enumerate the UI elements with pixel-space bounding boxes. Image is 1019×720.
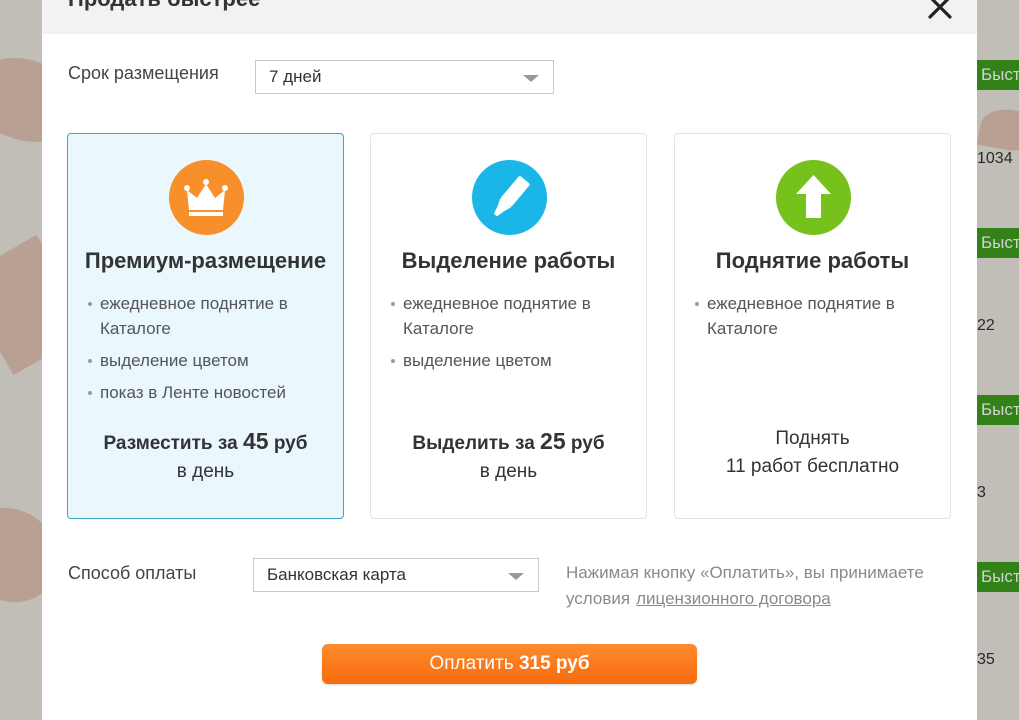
card-price: Выделить за 25 руб в день — [371, 428, 646, 483]
card-premium[interactable]: Премиум-размещение ежедневное поднятие в… — [67, 133, 344, 519]
duration-select-value: 7 дней — [269, 67, 322, 86]
card-title: Премиум-размещение — [84, 248, 327, 273]
feature-item: ежедневное поднятие в Каталоге — [695, 291, 935, 341]
duration-label: Срок размещения — [68, 63, 219, 83]
price-value: 45 — [242, 428, 269, 454]
close-icon[interactable] — [927, 0, 953, 20]
free-line-2: 11 работ бесплатно — [725, 456, 900, 477]
feature-item: ежедневное поднятие в Каталоге — [88, 291, 328, 341]
pay-button[interactable]: Оплатить 315 руб — [322, 644, 697, 684]
modal-title: Продать быстрее — [68, 0, 260, 12]
payment-select[interactable]: Банковская карта — [253, 558, 539, 592]
feature-list: ежедневное поднятие в Каталоге — [695, 291, 935, 348]
free-line-1: Поднять — [775, 428, 850, 449]
arrow-up-icon — [776, 160, 851, 235]
pay-button-label: Оплатить — [429, 653, 514, 674]
feature-list: ежедневное поднятие в Каталоге выделение… — [391, 291, 631, 380]
price-unit: руб — [273, 433, 308, 454]
chevron-down-icon — [523, 75, 539, 82]
payment-select-value: Банковская карта — [267, 565, 407, 584]
pay-button-amount: 315 руб — [518, 653, 590, 674]
sell-faster-modal: Продать быстрее Срок размещения 7 дней П… — [42, 0, 977, 720]
price-prefix: Выделить за — [412, 433, 535, 454]
chevron-down-icon — [508, 573, 524, 580]
feature-list: ежедневное поднятие в Каталоге выделение… — [88, 291, 328, 412]
price-unit: руб — [570, 433, 605, 454]
price-sub: в день — [176, 461, 235, 482]
crown-icon — [169, 160, 244, 235]
card-title: Выделение работы — [401, 248, 616, 273]
price-sub: в день — [479, 461, 538, 482]
card-bump[interactable]: Поднятие работы ежедневное поднятие в Ка… — [674, 133, 951, 519]
duration-select[interactable]: 7 дней — [255, 60, 554, 94]
feature-item: показ в Ленте новостей — [88, 380, 328, 405]
modal-header: Продать быстрее — [42, 0, 977, 34]
card-price: Разместить за 45 руб в день — [68, 428, 343, 483]
feature-item: выделение цветом — [391, 348, 631, 373]
license-link[interactable]: лицензионного договора — [636, 589, 831, 608]
terms-text: Нажимая кнопку «Оплатить», вы принимаете… — [566, 560, 966, 612]
card-free-offer: Поднять 11 работ бесплатно — [675, 428, 950, 478]
card-highlight[interactable]: Выделение работы ежедневное поднятие в К… — [370, 133, 647, 519]
feature-item: выделение цветом — [88, 348, 328, 373]
card-title: Поднятие работы — [715, 248, 910, 273]
highlighter-icon — [472, 160, 547, 235]
price-value: 25 — [540, 428, 566, 454]
feature-item: ежедневное поднятие в Каталоге — [391, 291, 631, 341]
price-prefix: Разместить за — [103, 433, 238, 454]
payment-label: Способ оплаты — [68, 563, 197, 583]
